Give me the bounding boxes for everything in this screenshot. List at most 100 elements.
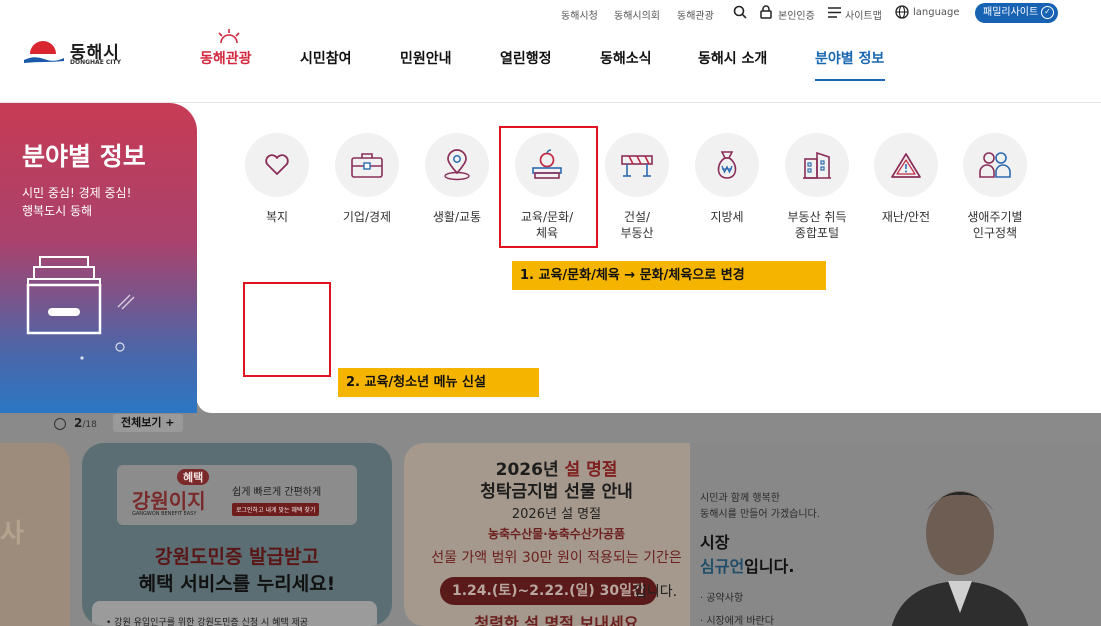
gangwon-logo-sub: GANGWON BENEFIT EASY — [132, 511, 197, 517]
category-business-label: 기업/경제 — [342, 210, 392, 224]
category-living-transport-circle — [425, 133, 489, 197]
heart-icon — [265, 154, 289, 175]
mega-menu-slogan-1: 시민 중심! 경제 중심! — [22, 186, 132, 200]
view-all-button[interactable]: 전체보기 + — [113, 414, 183, 432]
category-business-circle — [335, 133, 399, 197]
highlight-box-new-menu — [243, 282, 331, 377]
mayor-title: 시장 — [700, 533, 730, 552]
holiday-subtitle: 2026년 설 명절 — [511, 507, 602, 522]
category-realestate-circle — [785, 133, 849, 197]
logo-emblem-icon — [24, 41, 64, 63]
category-construction-realestate[interactable]: 건설/ 부동산 — [592, 133, 682, 241]
mayor-greeting-1: 시민과 함께 행복한 — [700, 493, 780, 504]
utility-bar: 동해시청 동해시의회 동해관광 본인인증 사이트맵 language 패밀리사이… — [0, 0, 1101, 28]
category-living-transport[interactable]: 생활/교통 — [412, 133, 502, 225]
barrier-icon — [621, 155, 653, 177]
holiday-closing: 청렴한 설 명절 보내세요 — [474, 614, 639, 626]
gangwon-tagline: 쉽게 빠르게 간편하게 — [232, 487, 322, 498]
language-selector[interactable]: language — [913, 7, 960, 18]
category-realestate-label: 부동산 취득 종합포털 — [787, 210, 847, 240]
banner-left-text: 사 — [0, 519, 24, 549]
slider-pager: 2/18 — [74, 416, 97, 430]
mega-menu-slogan-2: 행복도시 동해 — [22, 204, 93, 218]
map-pin-icon — [444, 149, 470, 181]
mayor-greeting-2: 동해시를 만들어 가겠습니다. — [700, 509, 820, 520]
banner-card-left[interactable]: 사 — [0, 443, 70, 626]
mega-menu-title: 분야별 정보 — [22, 142, 146, 171]
mayor-name-line: 심규언입니다. — [700, 553, 794, 577]
link-tourism[interactable]: 동해관광 — [677, 7, 714, 22]
category-construction-circle — [605, 133, 669, 197]
gnb-active-indicator — [815, 79, 885, 81]
gangwon-info-text: • 강원 유입인구를 위한 강원도민증 신청 시 혜택 제공 — [106, 618, 309, 626]
money-bag-icon — [717, 151, 737, 179]
banner-gangwon-easy[interactable]: 혜택 강원이지 GANGWON BENEFIT EASY 쉽게 빠르게 간편하게… — [82, 443, 392, 626]
category-business[interactable]: 기업/경제 — [322, 133, 412, 225]
category-disaster-safety[interactable]: 재난/안전 — [861, 133, 951, 225]
category-lifecycle-population[interactable]: 생애주기별 인구정책 — [950, 133, 1040, 241]
gangwon-easy-logo: 강원이지 — [132, 489, 206, 513]
donghae-logo[interactable]: 동해시 DONGHAE CITY — [22, 38, 132, 68]
mayor-photo — [891, 491, 1029, 626]
mayor-pledges-link[interactable]: · 공약사항 — [700, 589, 743, 604]
pause-icon[interactable] — [54, 418, 66, 430]
lock-icon — [760, 5, 772, 19]
annotation-note-1: 1. 교육/문화/체육 → 문화/체육으로 변경 — [512, 261, 826, 290]
gnb-citizen-participation[interactable]: 시민참여 — [300, 48, 352, 68]
gangwon-info-box: • 강원 유입인구를 위한 강원도민증 신청 시 혜택 제공 — [92, 601, 377, 626]
holiday-products: 농축수산물·농축수산가공품 — [487, 527, 626, 541]
gnb-about-donghae[interactable]: 동해시 소개 — [698, 48, 767, 68]
link-city-council[interactable]: 동해시의회 — [614, 7, 660, 22]
gnb-civil-service[interactable]: 민원안내 — [400, 48, 452, 68]
logo-english: DONGHAE CITY — [70, 59, 121, 66]
link-donghae-city-hall[interactable]: 동해시청 — [561, 7, 598, 22]
menu-lines-icon — [828, 7, 841, 18]
category-lifecycle-circle — [963, 133, 1027, 197]
mayor-name: 심규언 — [700, 557, 745, 576]
category-welfare-label: 복지 — [265, 210, 289, 224]
gnb-tourism[interactable]: 동해관광 — [200, 48, 252, 68]
sun-icon — [218, 29, 240, 44]
category-local-tax-circle — [695, 133, 759, 197]
category-disaster-label: 재난/안전 — [881, 210, 931, 224]
category-lifecycle-label: 생애주기별 인구정책 — [967, 210, 1023, 240]
holiday-period-suffix: 입니다. — [634, 584, 678, 600]
category-disaster-circle — [874, 133, 938, 197]
gnb-open-administration[interactable]: 열린행정 — [500, 48, 552, 68]
holiday-period: 1.24.(토)~2.22.(일) 30일간 — [440, 577, 657, 605]
search-icon[interactable] — [733, 5, 747, 19]
benefit-badge: 혜택 — [177, 469, 210, 485]
gangwon-headline-1: 강원도민증 발급받고 — [155, 546, 319, 568]
holiday-title-line-2: 청탁금지법 선물 안내 — [480, 482, 633, 502]
holiday-limit: 선물 가액 범위 30만 원이 적용되는 기간은 — [431, 550, 682, 566]
globe-icon — [895, 5, 909, 19]
category-welfare[interactable]: 복지 — [232, 133, 322, 225]
mayor-request-link[interactable]: · 시장에게 바란다 — [700, 612, 774, 626]
gnb-donghae-news[interactable]: 동해소식 — [600, 48, 652, 68]
category-local-tax[interactable]: 지방세 — [682, 133, 772, 225]
check-circle-icon: ✓ — [1041, 6, 1054, 19]
annotation-note-2: 2. 교육/청소년 메뉴 신설 — [338, 368, 539, 397]
sitemap-link[interactable]: 사이트맵 — [845, 7, 882, 22]
auth-link[interactable]: 본인인증 — [778, 7, 815, 22]
drawer-cabinet-icon — [26, 256, 135, 360]
gangwon-login-button: 로그인하고 내게 맞는 혜택 찾기 — [232, 503, 320, 516]
briefcase-icon — [351, 153, 383, 178]
mayor-section: 시민과 함께 행복한 동해시를 만들어 가겠습니다. 시장 심규언입니다. · … — [690, 443, 1101, 626]
family-sites-button[interactable]: 패밀리사이트 ✓ — [975, 3, 1058, 23]
people-icon — [979, 152, 1011, 178]
mega-menu-side-panel: 분야별 정보 시민 중심! 경제 중심! 행복도시 동해 — [0, 103, 197, 413]
warning-icon — [891, 153, 921, 178]
category-local-tax-label: 지방세 — [710, 210, 744, 224]
building-icon — [803, 151, 831, 179]
highlight-box-education — [499, 126, 598, 248]
banner-holiday-gift[interactable]: 2026년 설 명절 청탁금지법 선물 안내 2026년 설 명절 농축수산물·… — [404, 443, 709, 626]
family-sites-label: 패밀리사이트 — [983, 7, 1039, 18]
category-welfare-circle — [245, 133, 309, 197]
gnb-field-info[interactable]: 분야별 정보 — [815, 48, 884, 68]
slider-total: /18 — [82, 420, 97, 430]
gangwon-headline-2: 혜택 서비스를 누리세요! — [138, 573, 336, 595]
category-realestate-portal[interactable]: 부동산 취득 종합포털 — [772, 133, 862, 241]
category-living-transport-label: 생활/교통 — [432, 210, 482, 224]
mayor-name-suffix: 입니다. — [744, 557, 795, 576]
